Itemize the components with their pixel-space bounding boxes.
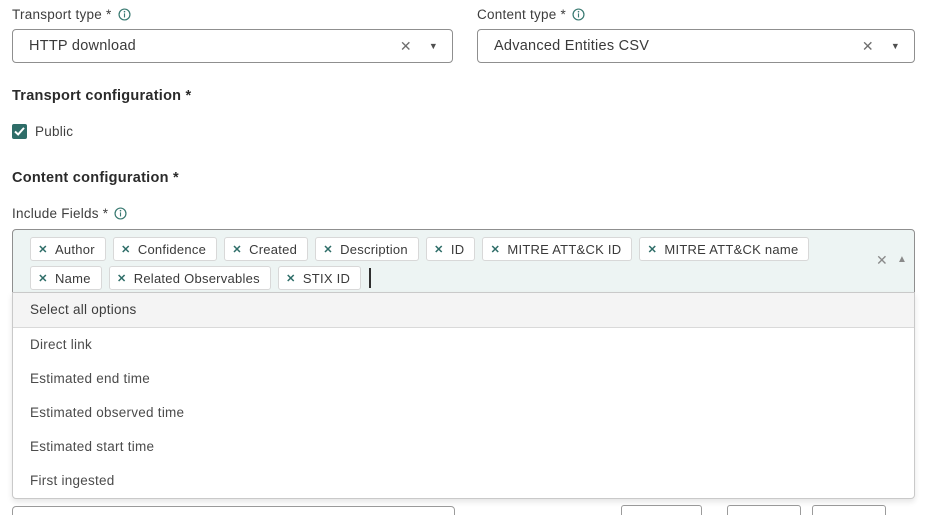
- transport-type-label: Transport type *: [12, 7, 131, 22]
- tag-label: MITRE ATT&CK ID: [507, 242, 631, 257]
- selected-tag: ✕ STIX ID: [278, 266, 361, 290]
- info-icon[interactable]: [114, 207, 127, 220]
- content-type-label: Content type *: [477, 7, 585, 22]
- remove-tag-icon[interactable]: ✕: [640, 243, 664, 256]
- public-checkbox-row[interactable]: Public: [12, 124, 73, 139]
- multiselect-controls: ✕ ▲: [876, 253, 907, 267]
- info-icon[interactable]: [118, 8, 131, 21]
- content-type-select[interactable]: Advanced Entities CSV ✕ ▼: [477, 29, 915, 63]
- content-configuration-heading: Content configuration *: [12, 170, 179, 186]
- tag-label: MITRE ATT&CK name: [664, 242, 808, 257]
- tag-label: ID: [451, 242, 475, 257]
- selected-tag: ✕ Confidence: [113, 237, 217, 261]
- remove-tag-icon[interactable]: ✕: [316, 243, 340, 256]
- cutoff-button[interactable]: [727, 505, 801, 515]
- dropdown-option[interactable]: Direct link: [13, 328, 914, 362]
- selected-tag: ✕ Related Observables: [109, 266, 271, 290]
- tag-label: Name: [55, 271, 101, 286]
- dropdown-options: Direct link Estimated end time Estimated…: [13, 328, 914, 498]
- text-cursor: [369, 268, 371, 288]
- include-fields-label-text: Include Fields *: [12, 206, 108, 221]
- tag-label: Confidence: [138, 242, 216, 257]
- remove-tag-icon[interactable]: ✕: [31, 243, 55, 256]
- transport-type-label-text: Transport type *: [12, 7, 112, 22]
- public-checkbox-label: Public: [35, 124, 73, 139]
- remove-tag-icon[interactable]: ✕: [114, 243, 138, 256]
- tag-label: STIX ID: [303, 271, 360, 286]
- remove-tag-icon[interactable]: ✕: [31, 272, 55, 285]
- select-all-option[interactable]: Select all options: [13, 293, 914, 328]
- tag-label: Description: [340, 242, 418, 257]
- chevron-down-icon[interactable]: ▼: [891, 42, 900, 51]
- content-type-value: Advanced Entities CSV: [478, 38, 862, 54]
- remove-tag-icon[interactable]: ✕: [427, 243, 451, 256]
- include-fields-multiselect[interactable]: ✕ Author ✕ Confidence ✕ Created ✕ Descri…: [12, 229, 915, 298]
- transport-configuration-heading: Transport configuration *: [12, 88, 191, 104]
- info-icon[interactable]: [572, 8, 585, 21]
- selected-tag: ✕ MITRE ATT&CK name: [639, 237, 809, 261]
- selected-tag: ✕ Name: [30, 266, 102, 290]
- selected-tag: ✕ ID: [426, 237, 476, 261]
- dropdown-option[interactable]: Estimated start time: [13, 430, 914, 464]
- public-checkbox[interactable]: [12, 124, 27, 139]
- remove-tag-icon[interactable]: ✕: [110, 272, 134, 285]
- tag-label: Related Observables: [134, 271, 270, 286]
- remove-tag-icon[interactable]: ✕: [225, 243, 249, 256]
- cutoff-button[interactable]: [621, 505, 702, 515]
- selected-tag: ✕ MITRE ATT&CK ID: [482, 237, 632, 261]
- dropdown-option[interactable]: First ingested: [13, 464, 914, 498]
- cutoff-button[interactable]: [812, 505, 886, 515]
- include-fields-dropdown: Select all options Direct link Estimated…: [12, 292, 915, 499]
- dropdown-option[interactable]: Estimated observed time: [13, 396, 914, 430]
- selected-tag: ✕ Author: [30, 237, 106, 261]
- tag-label: Created: [249, 242, 307, 257]
- remove-tag-icon[interactable]: ✕: [483, 243, 507, 256]
- tag-label: Author: [55, 242, 105, 257]
- content-type-label-text: Content type *: [477, 7, 566, 22]
- clear-icon[interactable]: ✕: [862, 39, 874, 53]
- clear-icon[interactable]: ✕: [400, 39, 412, 53]
- dropdown-option[interactable]: Estimated end time: [13, 362, 914, 396]
- transport-type-value: HTTP download: [13, 38, 400, 54]
- clear-all-icon[interactable]: ✕: [876, 253, 888, 267]
- selected-tag: ✕ Created: [224, 237, 308, 261]
- selected-tag: ✕ Description: [315, 237, 419, 261]
- transport-type-select[interactable]: HTTP download ✕ ▼: [12, 29, 453, 63]
- cutoff-input-field[interactable]: [12, 506, 455, 515]
- include-fields-label: Include Fields *: [12, 206, 127, 221]
- chevron-up-icon[interactable]: ▲: [897, 255, 907, 265]
- remove-tag-icon[interactable]: ✕: [279, 272, 303, 285]
- feed-configuration-form: Transport type * HTTP download ✕ ▼ Conte…: [0, 0, 931, 515]
- chevron-down-icon[interactable]: ▼: [429, 42, 438, 51]
